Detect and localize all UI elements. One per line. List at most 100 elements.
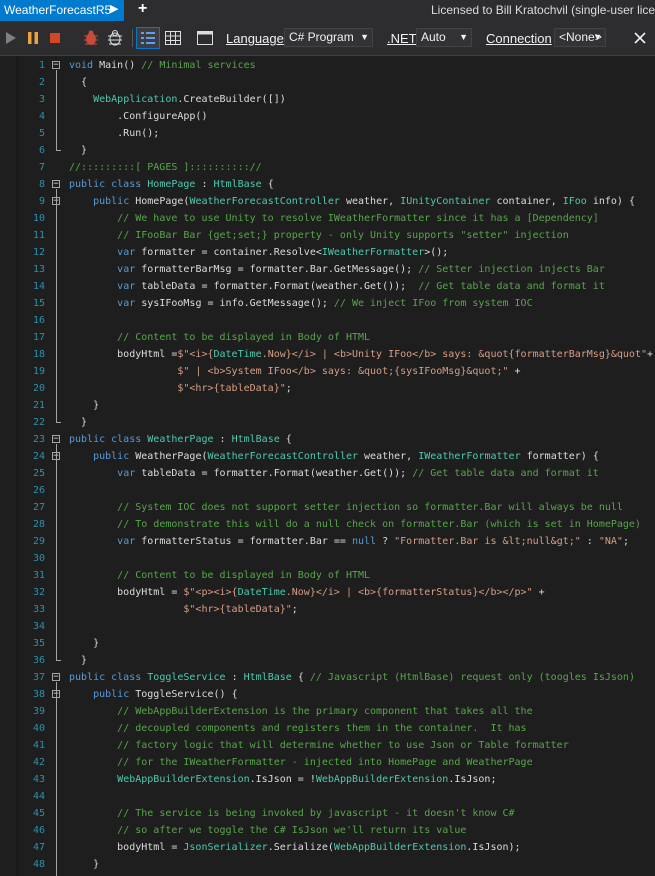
code-line[interactable]: 18 bodyHtml =$"<i>{DateTime.Now}</i> | <… xyxy=(0,346,655,363)
grid-results-button[interactable] xyxy=(162,27,184,49)
collapse-toggle-icon[interactable]: − xyxy=(52,61,60,70)
code-line[interactable]: 39 // WebAppBuilderExtension is the prim… xyxy=(0,703,655,720)
code-text: // We have to use Unity to resolve IWeat… xyxy=(69,210,599,227)
collapse-toggle-icon[interactable]: − xyxy=(52,673,60,682)
code-line[interactable]: 4 .ConfigureApp() xyxy=(0,108,655,125)
code-line[interactable]: 47 bodyHtml = JsonSerializer.Serialize(W… xyxy=(0,839,655,856)
code-token: // We have to use Unity to resolve IWeat… xyxy=(117,213,599,224)
code-line[interactable]: 12 var formatter = container.Resolve<IWe… xyxy=(0,244,655,261)
collapse-toggle-icon[interactable]: − xyxy=(52,435,60,444)
code-line[interactable]: 27 // System IOC does not support setter… xyxy=(0,499,655,516)
code-line[interactable]: 32 bodyHtml = $"<p><i>{DateTime.Now}</i>… xyxy=(0,584,655,601)
code-line[interactable]: 30 xyxy=(0,550,655,567)
code-token: WebAppBuilderExtension xyxy=(315,774,449,785)
code-token: WeatherForecastController xyxy=(189,196,340,207)
code-line[interactable]: 20 $"<hr>{tableData}"; xyxy=(0,380,655,397)
code-line[interactable]: 44 xyxy=(0,788,655,805)
code-line[interactable]: 7 //:::::::::[ PAGES ]::::::::::// xyxy=(0,159,655,176)
stop-icon xyxy=(50,33,60,43)
code-line[interactable]: 22 } xyxy=(0,414,655,431)
code-line[interactable]: 19 $" | <b>System IFoo</b> says: &quot;{… xyxy=(0,363,655,380)
code-line[interactable]: 31 // Content to be displayed in Body of… xyxy=(0,567,655,584)
code-token: info) { xyxy=(586,196,635,207)
code-line[interactable]: 48 } xyxy=(0,856,655,873)
output-panel-button[interactable] xyxy=(194,27,216,49)
code-token: : xyxy=(195,179,214,190)
line-number: 40 xyxy=(32,723,45,734)
run-button[interactable] xyxy=(2,27,20,49)
code-line[interactable]: 21 } xyxy=(0,397,655,414)
code-line[interactable]: 1− void Main() // Minimal services xyxy=(0,57,655,74)
code-line[interactable]: 10 // We have to use Unity to resolve IW… xyxy=(0,210,655,227)
code-line[interactable]: 23− public class WeatherPage : HtmlBase { xyxy=(0,431,655,448)
new-tab-button[interactable]: + xyxy=(138,0,147,18)
code-line[interactable]: 26 xyxy=(0,482,655,499)
debug-bug-button[interactable] xyxy=(80,27,102,49)
code-line[interactable]: 17 // Content to be displayed in Body of… xyxy=(0,329,655,346)
line-number: 35 xyxy=(32,638,45,649)
code-line[interactable]: 16 xyxy=(0,312,655,329)
code-line[interactable]: 45 // The service is being invoked by ja… xyxy=(0,805,655,822)
close-button[interactable] xyxy=(630,27,650,49)
code-line[interactable]: 13 var formatterBarMsg = formatter.Bar.G… xyxy=(0,261,655,278)
code-line[interactable]: 36 } xyxy=(0,652,655,669)
code-line[interactable]: 15 var sysIFooMsg = info.GetMessage(); /… xyxy=(0,295,655,312)
line-number: 23 xyxy=(32,434,45,445)
code-token: : xyxy=(580,536,599,547)
code-line[interactable]: 5 .Run(); xyxy=(0,125,655,142)
code-line[interactable]: 35 } xyxy=(0,635,655,652)
code-line[interactable]: 11 // IFooBar Bar {get;set;} property - … xyxy=(0,227,655,244)
code-text: } xyxy=(69,414,87,431)
code-line[interactable]: 3 WebApplication.CreateBuilder([]) xyxy=(0,91,655,108)
code-token: HomePage( xyxy=(129,196,190,207)
net-select-value: Auto xyxy=(421,30,446,44)
pause-button[interactable] xyxy=(24,27,42,49)
code-token: .IsJson); xyxy=(466,842,521,853)
code-line[interactable]: 43 WebAppBuilderExtension.IsJson = !WebA… xyxy=(0,771,655,788)
language-select[interactable]: C# Program ▼ xyxy=(284,28,373,47)
code-text: .Run(); xyxy=(69,125,159,142)
code-line[interactable]: 25 var tableData = formatter.Format(weat… xyxy=(0,465,655,482)
code-line[interactable]: 37− public class ToggleService : HtmlBase… xyxy=(0,669,655,686)
code-token: // WebAppBuilderExtension is the primary… xyxy=(117,706,533,717)
debug-bug-outline-button[interactable] xyxy=(104,27,126,49)
chevron-down-icon: ▼ xyxy=(593,32,602,42)
code-token: // IFooBar Bar {get;set;} property - onl… xyxy=(117,230,569,241)
code-line[interactable]: 46 // so after we toggle the C# IsJson w… xyxy=(0,822,655,839)
code-line[interactable]: 40 // decoupled components and registers… xyxy=(0,720,655,737)
toolbar: Language C# Program ▼ .NET Auto ▼ Connec… xyxy=(0,21,655,56)
code-line[interactable]: 29 var formatterStatus = formatter.Bar =… xyxy=(0,533,655,550)
code-token: : xyxy=(213,434,232,445)
stop-button[interactable] xyxy=(46,27,64,49)
code-line[interactable]: 28 // To demonstrate this will do a null… xyxy=(0,516,655,533)
code-line[interactable]: 34 xyxy=(0,618,655,635)
rich-text-results-button[interactable] xyxy=(136,27,160,49)
code-line[interactable]: 8− public class HomePage : HtmlBase { xyxy=(0,176,655,193)
code-line[interactable]: 14 var tableData = formatter.Format(weat… xyxy=(0,278,655,295)
tab-weatherforecast[interactable]: WeatherForecastR5 ▶ xyxy=(0,0,124,21)
line-number: 36 xyxy=(32,655,45,666)
code-line[interactable]: 9− public HomePage(WeatherForecastContro… xyxy=(0,193,655,210)
line-number: 45 xyxy=(32,808,45,819)
code-line[interactable]: 6 } xyxy=(0,142,655,159)
connection-select[interactable]: <None> ▼ xyxy=(554,28,606,47)
code-line[interactable]: 24− public WeatherPage(WeatherForecastCo… xyxy=(0,448,655,465)
chevron-down-icon: ▼ xyxy=(360,32,369,42)
collapse-toggle-icon[interactable]: − xyxy=(52,180,60,189)
code-line[interactable]: 38− public ToggleService() { xyxy=(0,686,655,703)
line-number: 44 xyxy=(32,791,45,802)
code-token: WeatherPage( xyxy=(129,451,208,462)
code-line[interactable]: 41 // factory logic that will determine … xyxy=(0,737,655,754)
code-line[interactable]: 33 $"<hr>{tableData}"; xyxy=(0,601,655,618)
code-line[interactable]: 2 { xyxy=(0,74,655,91)
code-line[interactable]: 42 // for the IWeatherFormatter - inject… xyxy=(0,754,655,771)
net-select[interactable]: Auto ▼ xyxy=(416,28,472,47)
code-token: .Now}</i> | <b>{formatterStatus}</b></p>… xyxy=(285,587,533,598)
code-editor[interactable]: 1− void Main() // Minimal services 2 {3 We… xyxy=(0,56,655,876)
